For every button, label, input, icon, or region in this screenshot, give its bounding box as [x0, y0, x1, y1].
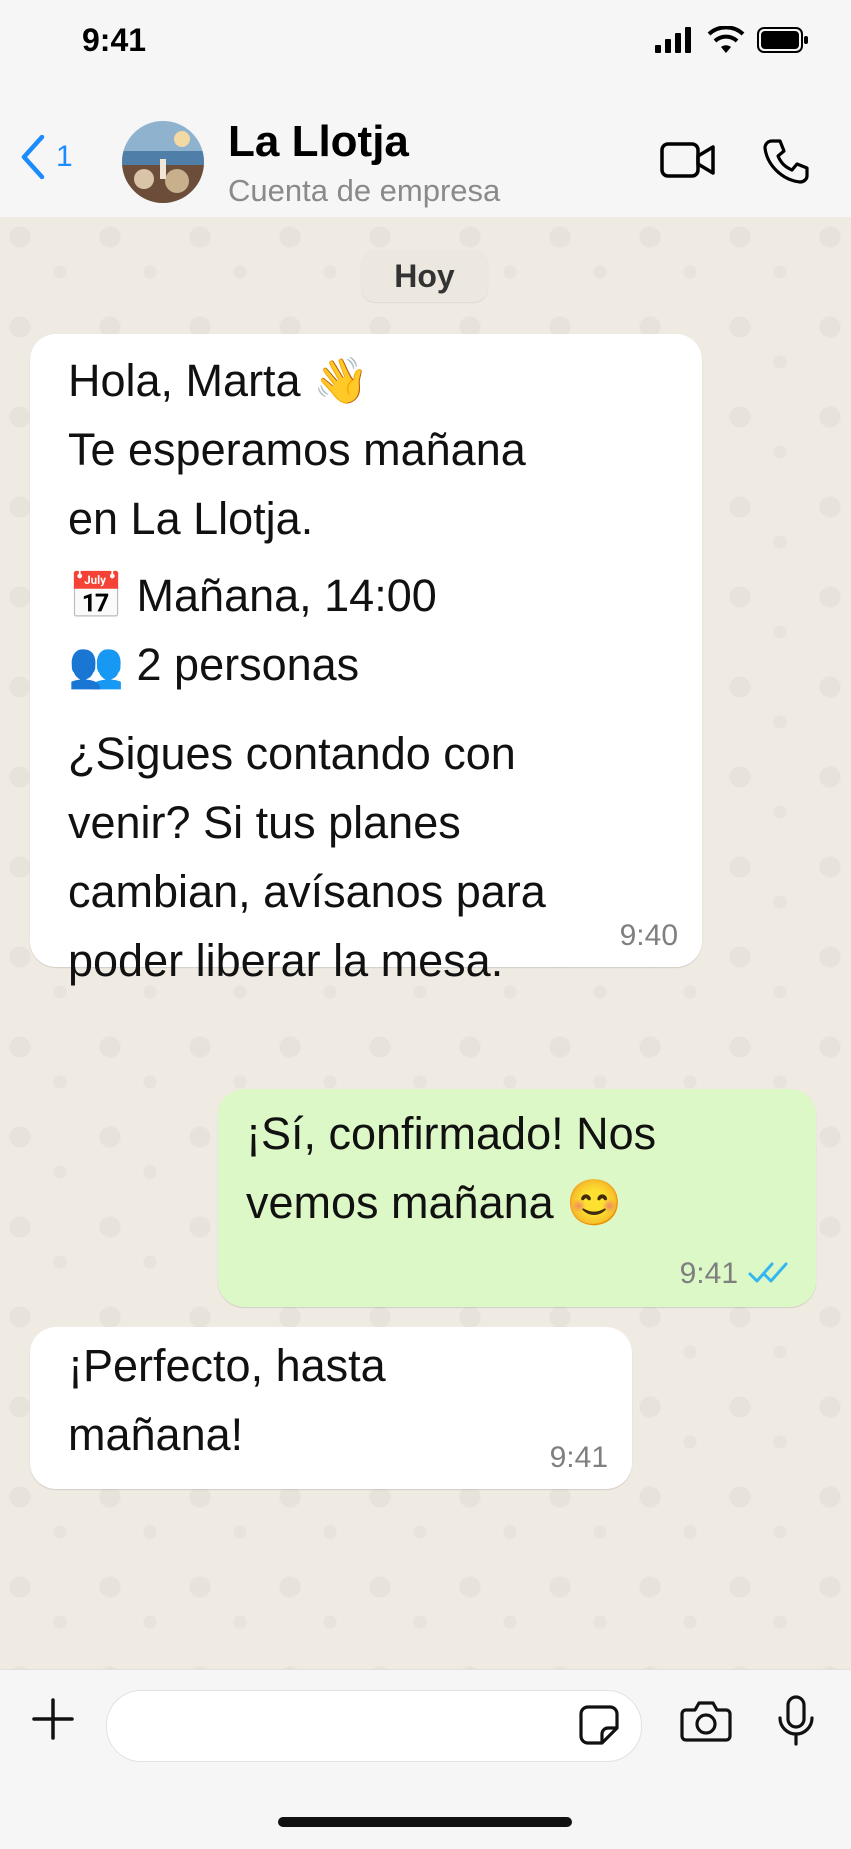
- battery-icon: [757, 27, 808, 53]
- phone-call-icon[interactable]: [762, 137, 810, 185]
- contact-avatar[interactable]: [122, 121, 204, 203]
- message-bubble-incoming[interactable]: Hola, Marta 👋 Te esperamos mañana en La …: [30, 334, 702, 986]
- back-button[interactable]: 1: [20, 135, 73, 179]
- status-time: 9:41: [82, 22, 147, 58]
- video-call-icon[interactable]: [660, 140, 716, 180]
- message-time: 9:41: [679, 1257, 738, 1290]
- message-text: ¡Perfecto, hasta mañana!: [68, 1331, 386, 1469]
- home-indicator[interactable]: [278, 1817, 572, 1827]
- message-input[interactable]: [106, 1690, 642, 1762]
- message-line: venir? Si tus planes: [68, 797, 461, 848]
- message-line: ¿Sigues contando con: [68, 728, 516, 779]
- unread-count: 1: [56, 140, 73, 173]
- date-divider: Hoy: [361, 250, 488, 302]
- message-line: Te esperamos mañana: [68, 424, 526, 475]
- chat-area[interactable]: Hoy Hola, Marta 👋 Te esperamos mañana en…: [0, 217, 851, 1669]
- message-line: 📅 Mañana, 14:00: [68, 570, 437, 621]
- cellular-signal-icon: [655, 27, 691, 53]
- message-time: 9:41: [549, 1441, 608, 1474]
- microphone-icon[interactable]: [776, 1694, 816, 1748]
- message-line: ¡Perfecto, hasta: [68, 1340, 386, 1391]
- contact-name[interactable]: La Llotja: [228, 117, 409, 167]
- message-line: ¡Sí, confirmado! Nos: [246, 1108, 657, 1159]
- message-line: 👥 2 personas: [68, 639, 360, 690]
- message-bubble-outgoing[interactable]: ¡Sí, confirmado! Nos vemos mañana 😊 9:41: [218, 1089, 816, 1307]
- avatar-photo: [122, 121, 204, 203]
- message-text: Hola, Marta 👋 Te esperamos mañana en La …: [68, 346, 546, 995]
- plus-icon[interactable]: [30, 1696, 76, 1742]
- camera-icon[interactable]: [680, 1698, 732, 1744]
- message-line: en La Llotja.: [68, 493, 314, 544]
- read-receipt-icon: [748, 1262, 788, 1283]
- message-text: ¡Sí, confirmado! Nos vemos mañana 😊: [246, 1099, 656, 1237]
- message-line: poder liberar la mesa.: [68, 935, 504, 986]
- message-line: cambian, avísanos para: [68, 866, 546, 917]
- status-bar: 9:41: [0, 0, 851, 95]
- contact-subtitle: Cuenta de empresa: [228, 173, 501, 208]
- chat-header: 1 La Llotja Cuenta de empresa: [0, 95, 851, 218]
- message-line: Hola, Marta 👋: [68, 355, 370, 406]
- message-line: vemos mañana 😊: [246, 1177, 623, 1228]
- message-time: 9:40: [619, 919, 678, 952]
- status-icons: [655, 26, 809, 54]
- message-bubble-incoming[interactable]: ¡Perfecto, hasta mañana! 9:41: [30, 1327, 632, 1489]
- message-line: mañana!: [68, 1409, 244, 1460]
- chevron-left-icon: [21, 135, 45, 179]
- wifi-icon: [707, 26, 745, 53]
- sticker-icon[interactable]: [578, 1704, 620, 1746]
